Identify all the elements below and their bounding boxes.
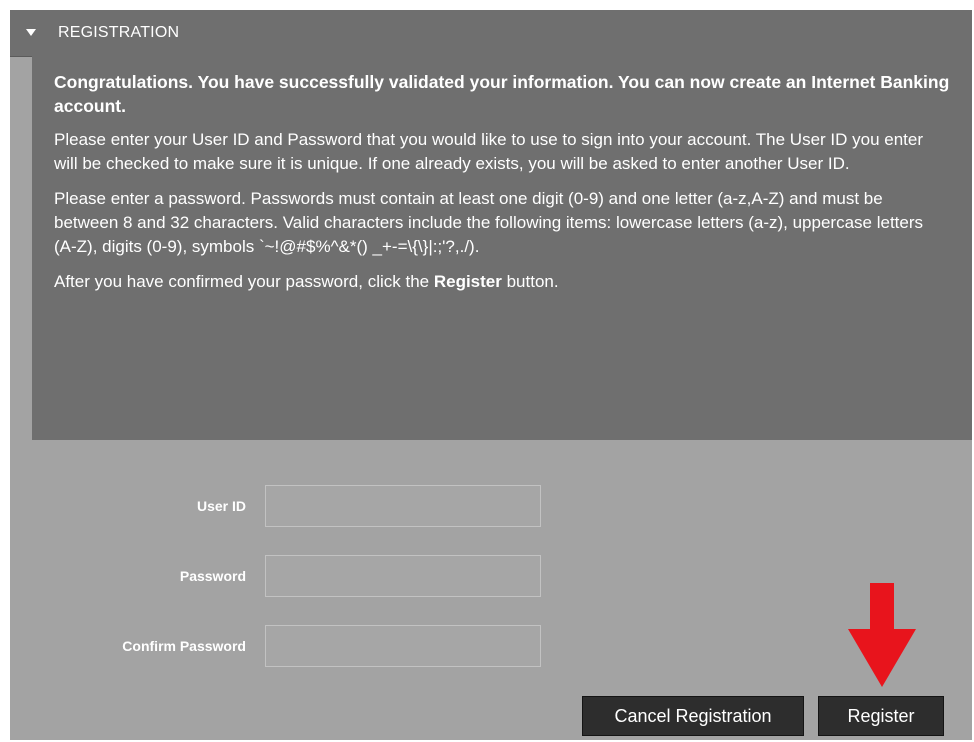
red-arrow-down-icon [848, 583, 916, 687]
register-button[interactable]: Register [818, 696, 944, 736]
register-instructions-tail: button. [501, 272, 559, 291]
user-id-label: User ID [196, 498, 246, 514]
panel-title: REGISTRATION [58, 24, 180, 41]
register-instructions: After you have confirmed your password, … [54, 270, 950, 294]
cancel-registration-button[interactable]: Cancel Registration [582, 696, 804, 736]
register-instructions-emphasis: Register [433, 272, 502, 291]
instructions-box: Congratulations. You have successfully v… [32, 56, 972, 440]
success-message: Congratulations. You have successfully v… [54, 72, 950, 116]
user-id-instructions: Please enter your User ID and Password t… [54, 130, 924, 173]
confirm-password-input[interactable] [265, 625, 541, 667]
password-input[interactable] [265, 555, 541, 597]
registration-panel: REGISTRATION Congratulations. You have s… [10, 10, 972, 740]
password-instructions: Please enter a password. Passwords must … [54, 189, 924, 256]
panel-header[interactable]: REGISTRATION [10, 10, 972, 57]
register-instructions-text: After you have confirmed your password, … [54, 272, 434, 291]
caret-down-icon[interactable] [26, 29, 36, 36]
confirm-password-label: Confirm Password [122, 638, 246, 654]
user-id-input[interactable] [265, 485, 541, 527]
arrow-shape [848, 583, 916, 687]
password-label: Password [179, 568, 246, 584]
